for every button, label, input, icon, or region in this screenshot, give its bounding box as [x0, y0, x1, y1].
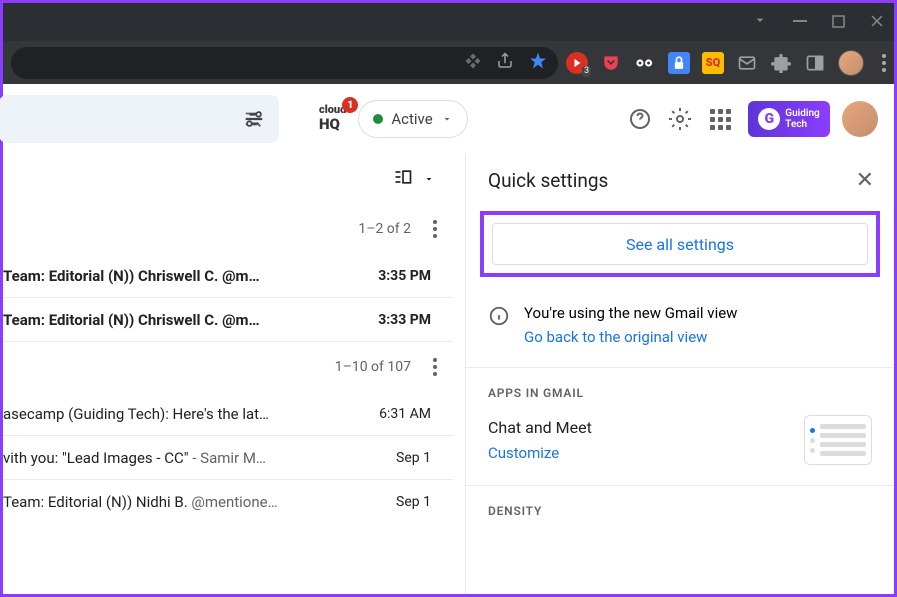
- pagination-2: 1–10 of 107: [3, 342, 453, 392]
- list-toolbar: [3, 154, 453, 204]
- more-menu-icon[interactable]: [425, 212, 445, 246]
- pocket-icon[interactable]: [600, 52, 622, 74]
- see-all-settings-button[interactable]: See all settings: [492, 223, 868, 265]
- section-header-apps: APPS IN GMAIL: [466, 368, 894, 410]
- url-bar[interactable]: [11, 47, 558, 79]
- profile-avatar-icon[interactable]: [838, 50, 864, 76]
- settings-gear-icon[interactable]: [660, 99, 700, 139]
- info-text: You're using the new Gmail view: [524, 301, 737, 325]
- status-label: Active: [391, 110, 432, 128]
- close-button[interactable]: [870, 12, 884, 33]
- star-icon[interactable]: [528, 51, 548, 75]
- customize-link[interactable]: Customize: [488, 441, 592, 467]
- email-subject: vith you: "Lead Images - CC" - Samir M…: [3, 449, 266, 467]
- google-apps-icon[interactable]: [700, 99, 740, 139]
- sq-extension-icon[interactable]: SQ: [702, 52, 724, 74]
- cloudhq-logo[interactable]: cloud HQ 1: [319, 105, 346, 133]
- browser-toolbar: 3 SQ: [3, 41, 894, 84]
- pagination-1: 1–2 of 2: [3, 204, 453, 254]
- search-options-button[interactable]: [0, 95, 279, 143]
- content-area: 1–2 of 2 Team: Editorial (N)) Chriswell …: [3, 154, 894, 594]
- info-box: You're using the new Gmail view Go back …: [466, 291, 894, 368]
- chat-meet-label: Chat and Meet: [488, 414, 592, 441]
- email-time: 3:33 PM: [378, 312, 431, 328]
- mail-list-column: 1–2 of 2 Team: Editorial (N)) Chriswell …: [3, 154, 453, 594]
- extensions-puzzle-icon[interactable]: [770, 52, 792, 74]
- see-all-highlight: See all settings: [480, 211, 880, 277]
- email-time: 6:31 AM: [379, 406, 431, 422]
- quick-settings-panel: Quick settings ✕ See all settings You're…: [465, 154, 894, 594]
- email-subject: asecamp (Guiding Tech): Here's the lat…: [3, 405, 269, 423]
- email-time: Sep 1: [396, 494, 431, 510]
- email-row[interactable]: asecamp (Guiding Tech): Here's the lat… …: [3, 392, 453, 436]
- email-subject: Team: Editorial (N)) Chriswell C. @m…: [3, 267, 260, 285]
- revert-view-link[interactable]: Go back to the original view: [524, 325, 737, 349]
- more-menu-icon[interactable]: [425, 350, 445, 384]
- email-subject: Team: Editorial (N)) Chriswell C. @m…: [3, 311, 260, 329]
- sidepanel-icon[interactable]: [804, 52, 826, 74]
- email-time: Sep 1: [396, 450, 431, 466]
- pagination-text: 1–10 of 107: [335, 359, 411, 375]
- email-subject: Team: Editorial (N)) Nidhi B. @mentione…: [3, 493, 278, 511]
- adblock-icon[interactable]: 3: [566, 52, 588, 74]
- email-row[interactable]: Team: Editorial (N)) Chriswell C. @m… 3:…: [3, 254, 453, 298]
- maximize-button[interactable]: [832, 12, 845, 33]
- eyes-icon[interactable]: [634, 52, 656, 74]
- email-row[interactable]: Team: Editorial (N)) Chriswell C. @m… 3:…: [3, 298, 453, 342]
- diamond-icon[interactable]: [464, 52, 482, 74]
- layout-preview-icon[interactable]: [804, 415, 872, 465]
- chevron-down-icon: [441, 113, 453, 125]
- guiding-tech-badge[interactable]: G GuidingTech: [748, 101, 830, 137]
- share-icon[interactable]: [496, 52, 514, 74]
- status-dropdown[interactable]: Active: [358, 100, 467, 138]
- active-status-dot: [373, 114, 383, 124]
- section-header-density: DENSITY: [466, 486, 894, 528]
- chevron-down-icon[interactable]: [423, 173, 435, 185]
- email-row[interactable]: vith you: "Lead Images - CC" - Samir M… …: [3, 436, 453, 480]
- email-time: 3:35 PM: [378, 268, 431, 284]
- panel-title: Quick settings: [488, 169, 608, 192]
- pagination-text: 1–2 of 2: [358, 221, 411, 237]
- support-icon[interactable]: [620, 99, 660, 139]
- lock-extension-icon[interactable]: [668, 52, 690, 74]
- apps-in-gmail-row: Chat and Meet Customize: [466, 410, 894, 471]
- browser-menu-icon[interactable]: [882, 54, 886, 72]
- minimize-button[interactable]: [793, 12, 807, 33]
- split-pane-icon[interactable]: [393, 167, 413, 191]
- gmail-header: cloud HQ 1 Active G GuidingTech: [3, 84, 894, 154]
- account-avatar[interactable]: [842, 101, 878, 137]
- extensions-row: 3 SQ: [566, 50, 886, 76]
- email-row[interactable]: Team: Editorial (N)) Nidhi B. @mentione……: [3, 480, 453, 524]
- mail-extension-icon[interactable]: [736, 52, 758, 74]
- close-icon[interactable]: ✕: [856, 168, 874, 193]
- info-icon: [488, 305, 510, 327]
- chevron-down-icon[interactable]: [752, 12, 768, 33]
- window-titlebar: [3, 3, 894, 41]
